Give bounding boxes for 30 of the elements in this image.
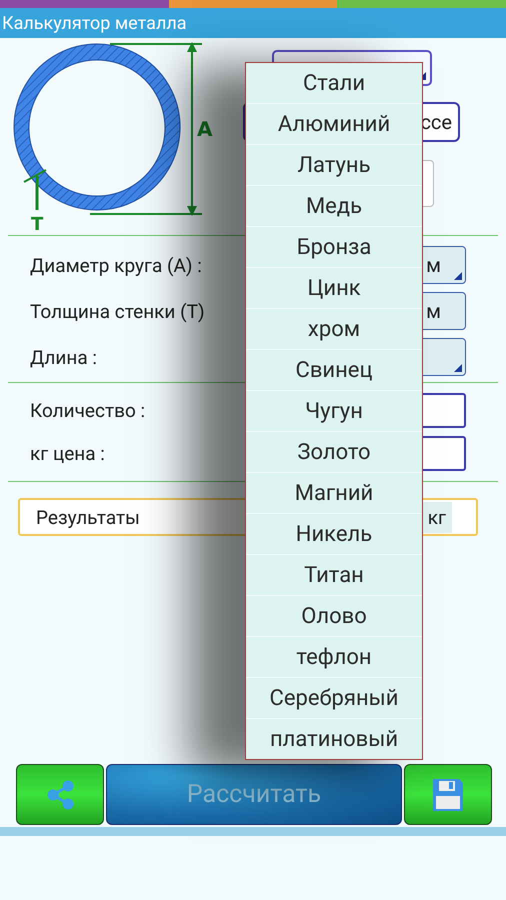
menu-item[interactable]: тефлон xyxy=(246,637,422,678)
share-icon xyxy=(45,778,75,810)
menu-item[interactable]: Чугун xyxy=(246,391,422,432)
field-label: Диаметр круга (A) : xyxy=(30,254,202,276)
menu-item[interactable]: хром xyxy=(246,309,422,350)
dimension-label: T xyxy=(31,214,44,235)
share-button[interactable] xyxy=(16,764,104,825)
field-label: Количество : xyxy=(30,399,146,422)
menu-item[interactable]: платиновый xyxy=(246,719,422,759)
menu-item[interactable]: Цинк xyxy=(246,268,422,309)
menu-item[interactable]: Свинец xyxy=(246,350,422,391)
field-label: Толщина стенки (T) xyxy=(30,300,205,322)
result-label: Результаты xyxy=(36,506,140,528)
result-unit: кг xyxy=(422,502,452,532)
menu-item[interactable]: Магний xyxy=(246,473,422,514)
dimension-label: A xyxy=(197,117,212,141)
menu-item[interactable]: Медь xyxy=(246,186,422,227)
menu-item[interactable]: Титан xyxy=(246,555,422,596)
window-title: Калькулятор металла xyxy=(2,12,187,34)
menu-item[interactable]: Стали xyxy=(246,63,422,104)
menu-item[interactable]: Золото xyxy=(246,432,422,473)
menu-item[interactable]: Олово xyxy=(246,596,422,637)
menu-item[interactable]: Никель xyxy=(246,514,422,555)
menu-item[interactable]: Алюминий xyxy=(246,104,422,145)
save-button[interactable] xyxy=(404,764,492,825)
menu-item[interactable]: Латунь xyxy=(246,145,422,186)
field-label: Длина : xyxy=(30,346,97,368)
menu-item[interactable]: Серебряный xyxy=(246,678,422,719)
menu-item[interactable]: Бронза xyxy=(246,227,422,268)
field-label: кг цена : xyxy=(30,442,105,465)
